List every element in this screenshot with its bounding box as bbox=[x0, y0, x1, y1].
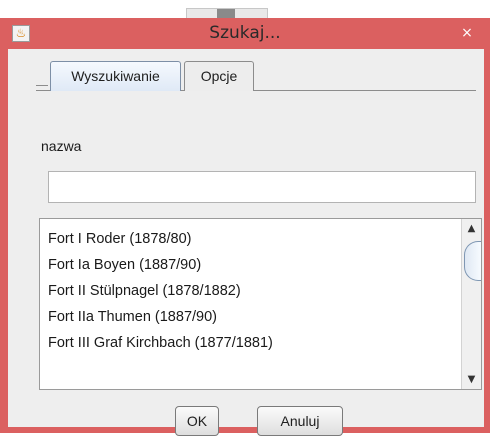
close-icon: × bbox=[461, 25, 473, 41]
vertical-scrollbar[interactable]: ▲ ▼ bbox=[461, 219, 481, 389]
list-item[interactable]: Fort IIa Thumen (1887/90) bbox=[40, 305, 460, 329]
list-item[interactable]: Fort II Stülpnagel (1878/1882) bbox=[40, 279, 460, 303]
cancel-button[interactable]: Anuluj bbox=[257, 406, 343, 436]
list-item[interactable]: Fort III Graf Kirchbach (1877/1881) bbox=[40, 331, 460, 355]
scroll-down-arrow-icon[interactable]: ▼ bbox=[462, 370, 481, 389]
results-list-items: Fort I Roder (1878/80) Fort Ia Boyen (18… bbox=[40, 219, 460, 389]
title-bar[interactable]: ♨ Szukaj... × bbox=[0, 18, 490, 48]
window-title: Szukaj... bbox=[209, 23, 281, 43]
tab-wyszukiwanie[interactable]: Wyszukiwanie bbox=[50, 61, 181, 91]
tab-opcje[interactable]: Opcje bbox=[184, 61, 254, 91]
results-list[interactable]: Fort I Roder (1878/80) Fort Ia Boyen (18… bbox=[39, 218, 482, 390]
list-item[interactable]: Fort Ia Boyen (1887/90) bbox=[40, 253, 460, 277]
close-button[interactable]: × bbox=[446, 20, 488, 46]
name-input[interactable] bbox=[48, 171, 476, 203]
background-window-strip bbox=[0, 0, 490, 19]
list-item[interactable]: Fort I Roder (1878/80) bbox=[40, 227, 460, 251]
scroll-thumb[interactable] bbox=[464, 241, 481, 281]
search-dialog: ♨ Szukaj... × Wyszukiwanie Opcje nazwa F… bbox=[0, 18, 490, 436]
tab-bar: Wyszukiwanie Opcje bbox=[36, 61, 476, 91]
ok-button[interactable]: OK bbox=[175, 406, 219, 436]
dialog-content: Wyszukiwanie Opcje nazwa Fort I Roder (1… bbox=[8, 49, 484, 436]
name-label: nazwa bbox=[41, 138, 82, 154]
scroll-up-arrow-icon[interactable]: ▲ bbox=[462, 219, 481, 238]
